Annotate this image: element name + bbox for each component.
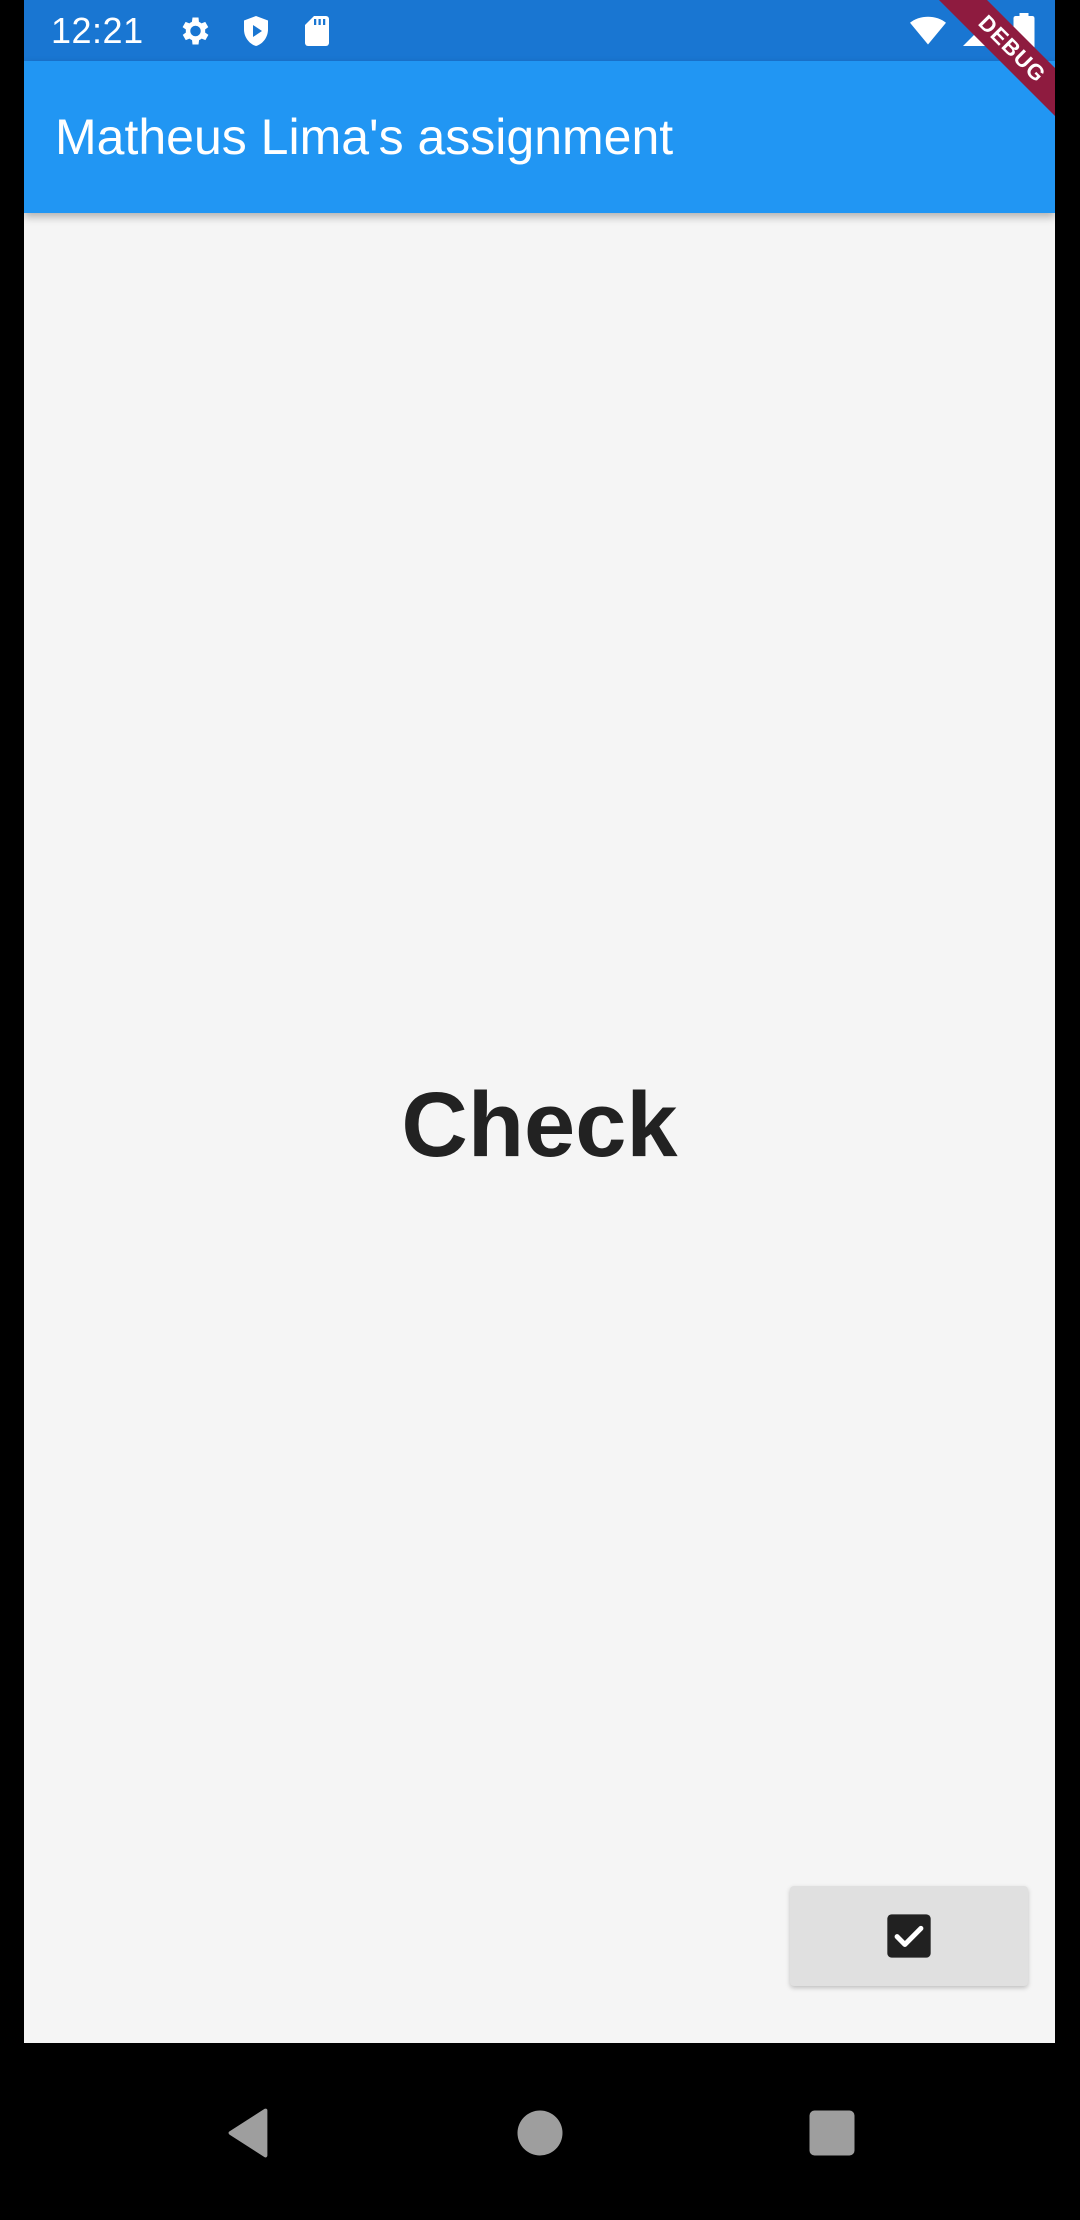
status-time: 12:21 xyxy=(51,10,144,51)
check-button[interactable] xyxy=(790,1886,1028,1986)
sd-card-icon xyxy=(305,16,329,46)
navigation-bar xyxy=(0,2043,1080,2220)
shield-play-icon xyxy=(244,16,268,46)
check-box-icon xyxy=(887,1914,931,1958)
check-label: Check xyxy=(401,1074,678,1176)
status-bar: 12:21 xyxy=(24,0,1055,61)
app-title: Matheus Lima's assignment xyxy=(55,109,674,165)
back-icon[interactable] xyxy=(218,2103,278,2163)
home-icon[interactable] xyxy=(510,2103,570,2163)
recents-icon[interactable] xyxy=(802,2103,862,2163)
app-screen: 12:21 Matheus Lima's assignment DEBUG Ch… xyxy=(24,0,1055,2043)
settings-icon xyxy=(182,17,209,45)
wifi-icon xyxy=(910,16,946,45)
app-bar: Matheus Lima's assignment xyxy=(24,61,1055,213)
device-frame: 12:21 Matheus Lima's assignment DEBUG Ch… xyxy=(0,0,1080,2220)
